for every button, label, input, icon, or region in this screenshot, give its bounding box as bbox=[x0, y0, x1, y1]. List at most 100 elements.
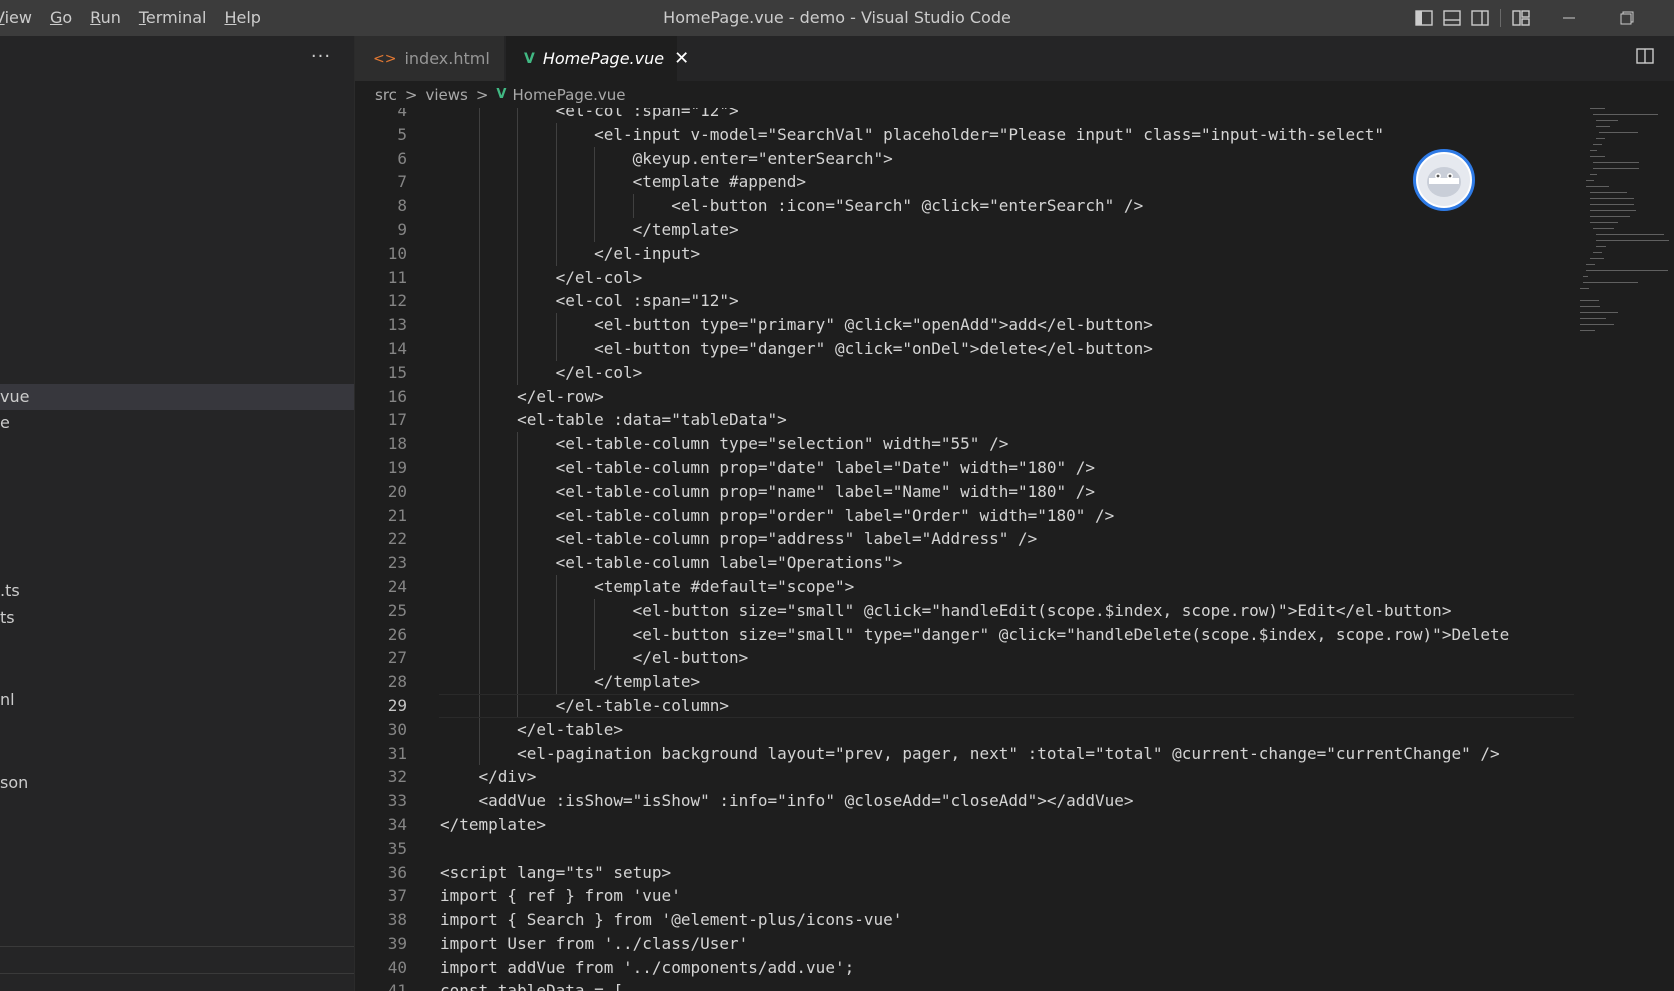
code-text[interactable]: import User from '../class/User' bbox=[440, 932, 748, 956]
toggle-primary-sidebar-icon[interactable] bbox=[1414, 8, 1434, 28]
code-text[interactable]: </el-table-column> bbox=[440, 694, 729, 718]
code-text[interactable]: </div> bbox=[440, 765, 537, 789]
code-line[interactable]: 29 </el-table-column> bbox=[355, 693, 1574, 718]
code-text[interactable]: </el-col> bbox=[440, 266, 643, 290]
code-text[interactable]: <template #append> bbox=[440, 170, 806, 194]
code-text[interactable]: <template #default="scope"> bbox=[440, 575, 854, 599]
code-line[interactable]: 36 <script lang="ts" setup> bbox=[355, 861, 1574, 885]
code-line[interactable]: 30 </el-table> bbox=[355, 717, 1574, 742]
code-line[interactable]: 8 <el-button :icon="Search" @click="ente… bbox=[355, 194, 1574, 218]
code-text[interactable]: <addVue :isShow="isShow" :info="info" @c… bbox=[440, 789, 1134, 813]
code-text[interactable]: const tableData = [ bbox=[440, 979, 623, 991]
explorer-item-homepage-vue[interactable]: vue bbox=[0, 384, 354, 410]
code-line[interactable]: 19 <el-table-column prop="date" label="D… bbox=[355, 455, 1574, 480]
code-text[interactable]: <el-table :data="tableData"> bbox=[440, 408, 787, 432]
toggle-secondary-sidebar-icon[interactable] bbox=[1470, 8, 1490, 28]
code-line[interactable]: 15 </el-col> bbox=[355, 360, 1574, 385]
code-text[interactable]: <el-button type="danger" @click="onDel">… bbox=[440, 337, 1153, 361]
code-line[interactable]: 39 import User from '../class/User' bbox=[355, 932, 1574, 956]
code-line[interactable]: 11 </el-col> bbox=[355, 265, 1574, 290]
code-line[interactable]: 21 <el-table-column prop="order" label="… bbox=[355, 503, 1574, 528]
code-line[interactable]: 16 </el-row> bbox=[355, 384, 1574, 409]
menu-run[interactable]: Run bbox=[81, 0, 130, 36]
code-text[interactable]: </template> bbox=[440, 813, 546, 837]
code-text[interactable]: <el-table-column type="selection" width=… bbox=[440, 432, 1009, 456]
explorer-item[interactable]: ts bbox=[0, 605, 354, 631]
code-text[interactable]: <el-pagination background layout="prev, … bbox=[440, 742, 1500, 766]
code-line[interactable]: 12 <el-col :span="12"> bbox=[355, 289, 1574, 314]
restore-icon[interactable] bbox=[1604, 0, 1650, 36]
code-text[interactable]: <el-col :span="12"> bbox=[440, 108, 739, 123]
code-text[interactable]: <el-table-column prop="date" label="Date… bbox=[440, 456, 1095, 480]
code-text[interactable]: import addVue from '../components/add.vu… bbox=[440, 956, 854, 980]
code-text[interactable]: <el-button size="small" @click="handleEd… bbox=[440, 599, 1452, 623]
minimize-icon[interactable] bbox=[1546, 0, 1592, 36]
explorer-item[interactable]: e bbox=[0, 410, 354, 436]
code-line[interactable]: 32 </div> bbox=[355, 765, 1574, 789]
explorer-item[interactable]: nl bbox=[0, 687, 354, 713]
explorer-item[interactable]: son bbox=[0, 770, 354, 796]
code-line[interactable]: 6 @keyup.enter="enterSearch"> bbox=[355, 146, 1574, 171]
code-line[interactable]: 17 <el-table :data="tableData"> bbox=[355, 408, 1574, 433]
customize-layout-icon[interactable] bbox=[1511, 8, 1531, 28]
code-lines[interactable]: 4 <el-col :span="12"> 5 <el-input v-model… bbox=[355, 108, 1574, 991]
code-text[interactable]: <el-button type="primary" @click="openAd… bbox=[440, 313, 1153, 337]
code-line[interactable]: 41 const tableData = [ bbox=[355, 979, 1574, 991]
code-line[interactable]: 20 <el-table-column prop="name" label="N… bbox=[355, 479, 1574, 504]
code-editor[interactable]: 4 <el-col :span="12"> 5 <el-input v-model… bbox=[355, 108, 1674, 991]
menu-go[interactable]: Go bbox=[41, 0, 81, 36]
code-line[interactable]: 22 <el-table-column prop="address" label… bbox=[355, 527, 1574, 552]
close-icon[interactable]: ✕ bbox=[674, 48, 689, 69]
code-text[interactable]: </el-col> bbox=[440, 361, 643, 385]
code-line[interactable]: 37 import { ref } from 'vue' bbox=[355, 884, 1574, 908]
code-text[interactable]: <el-table-column prop="order" label="Ord… bbox=[440, 504, 1115, 528]
code-text[interactable]: <el-button :icon="Search" @click="enterS… bbox=[440, 194, 1143, 218]
code-line[interactable]: 33 <addVue :isShow="isShow" :info="info"… bbox=[355, 789, 1574, 813]
code-line[interactable]: 26 <el-button size="small" type="danger"… bbox=[355, 622, 1574, 647]
code-line[interactable]: 9 </template> bbox=[355, 217, 1574, 242]
code-line[interactable]: 23 <el-table-column label="Operations"> bbox=[355, 551, 1574, 575]
code-line[interactable]: 7 <template #append> bbox=[355, 170, 1574, 195]
tab-index-html[interactable]: <> index.html bbox=[355, 36, 505, 81]
code-text[interactable]: <script lang="ts" setup> bbox=[440, 861, 671, 885]
code-text[interactable]: import { Search } from '@element-plus/ic… bbox=[440, 908, 902, 932]
code-line[interactable]: 31 <el-pagination background layout="pre… bbox=[355, 741, 1574, 766]
code-text[interactable]: </el-row> bbox=[440, 385, 604, 409]
code-line[interactable]: 24 <template #default="scope"> bbox=[355, 574, 1574, 599]
code-text[interactable]: <el-input v-model="SearchVal" placeholde… bbox=[440, 123, 1384, 147]
code-line[interactable]: 5 <el-input v-model="SearchVal" placehol… bbox=[355, 122, 1574, 147]
breadcrumb-item[interactable]: HomePage.vue bbox=[512, 86, 625, 104]
code-text[interactable]: <el-button size="small" type="danger" @c… bbox=[440, 623, 1510, 647]
code-text[interactable]: <el-table-column label="Operations"> bbox=[440, 551, 903, 575]
menu-help[interactable]: Help bbox=[215, 0, 269, 36]
code-text[interactable]: </template> bbox=[440, 218, 739, 242]
code-line[interactable]: 10 </el-input> bbox=[355, 241, 1574, 266]
tab-homepage-vue[interactable]: V HomePage.vue ✕ bbox=[506, 36, 689, 81]
toggle-panel-icon[interactable] bbox=[1442, 8, 1462, 28]
code-text[interactable]: <el-col :span="12"> bbox=[440, 289, 739, 313]
code-text[interactable]: import { ref } from 'vue' bbox=[440, 884, 681, 908]
code-line[interactable]: 34 </template> bbox=[355, 813, 1574, 837]
code-line[interactable]: 40 import addVue from '../components/add.… bbox=[355, 956, 1574, 980]
code-text[interactable]: </template> bbox=[440, 670, 700, 694]
code-text[interactable]: </el-button> bbox=[440, 646, 749, 670]
code-text[interactable]: <el-table-column prop="address" label="A… bbox=[440, 527, 1038, 551]
code-line[interactable]: 27 </el-button> bbox=[355, 646, 1574, 671]
code-text[interactable]: @keyup.enter="enterSearch"> bbox=[440, 147, 893, 171]
minimap[interactable] bbox=[1580, 108, 1674, 408]
code-text[interactable]: <el-table-column prop="name" label="Name… bbox=[440, 480, 1095, 504]
breadcrumb-item[interactable]: views bbox=[425, 86, 467, 104]
code-line[interactable]: 35 bbox=[355, 837, 1574, 861]
code-line[interactable]: 28 </template> bbox=[355, 670, 1574, 694]
breadcrumb-item[interactable]: src bbox=[375, 86, 397, 104]
code-line[interactable]: 13 <el-button type="primary" @click="ope… bbox=[355, 313, 1574, 337]
explorer-item[interactable]: .ts bbox=[0, 578, 354, 604]
split-editor-icon[interactable] bbox=[1636, 48, 1656, 68]
more-actions-icon[interactable]: ··· bbox=[308, 44, 334, 68]
menu-terminal[interactable]: Terminal bbox=[130, 0, 216, 36]
code-line[interactable]: 4 <el-col :span="12"> bbox=[355, 108, 1574, 123]
code-line[interactable]: 18 <el-table-column type="selection" wid… bbox=[355, 432, 1574, 456]
avatar-overlay[interactable] bbox=[1413, 149, 1475, 211]
code-line[interactable]: 14 <el-button type="danger" @click="onDe… bbox=[355, 336, 1574, 361]
code-text[interactable]: </el-input> bbox=[440, 242, 700, 266]
